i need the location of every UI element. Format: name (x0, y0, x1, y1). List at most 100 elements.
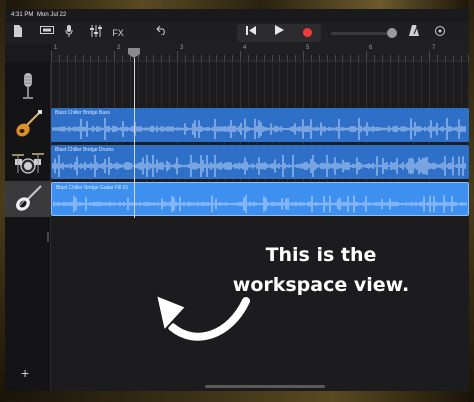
ruler-tick (169, 55, 171, 61)
ruler-number: 5 (306, 45, 310, 51)
ruler-tick (373, 55, 375, 61)
ruler-tick (436, 55, 438, 61)
ruler-number: 1 (54, 45, 58, 51)
ruler-tick (342, 55, 344, 61)
ruler-tick (295, 55, 297, 61)
ruler-tick (310, 55, 312, 61)
region-drums[interactable]: Blast Chiller Bridge Drums (51, 145, 469, 179)
annotation-text: This is the workspace view. (221, 240, 421, 300)
ruler-tick (145, 55, 147, 61)
ruler-tick (177, 51, 178, 61)
status-bar: 4:31 PM Mon Jul 22 (5, 9, 469, 22)
ruler-number: 6 (369, 45, 373, 51)
ruler-tick (429, 51, 430, 61)
metronome-icon[interactable] (407, 25, 421, 41)
fx-button[interactable]: FX (109, 25, 127, 41)
annotation-line-1: This is the (265, 244, 377, 266)
annotation-line-2: workspace view. (232, 274, 410, 296)
ruler-tick (106, 55, 108, 61)
ruler-tick (161, 55, 163, 61)
transport-controls (237, 24, 321, 42)
ruler-number: 3 (180, 45, 184, 51)
toolbar: FX (5, 22, 469, 44)
waveform-path (53, 195, 467, 213)
status-date: Mon Jul 22 (37, 12, 67, 18)
ruler-tick (255, 55, 257, 61)
ruler-tick (468, 55, 469, 61)
ruler-tick (184, 55, 186, 61)
ruler-tick (452, 55, 454, 61)
bass-guitar-icon (16, 110, 42, 137)
ruler-tick (82, 55, 84, 61)
volume-slider-track[interactable] (331, 32, 387, 35)
ruler-tick (114, 51, 115, 61)
volume-slider-knob[interactable] (387, 28, 397, 38)
loop-browser-icon[interactable] (433, 25, 447, 41)
workspace-view[interactable]: Blast Chiller Bridge Bass Blast Chiller … (51, 48, 469, 391)
add-track-button[interactable]: + (21, 365, 29, 381)
ruler-tick (326, 55, 328, 61)
ruler-tick (74, 55, 76, 61)
ruler-tick (58, 55, 60, 61)
ruler-tick (263, 55, 265, 61)
ruler-tick (232, 55, 234, 61)
guitar-waveform (53, 195, 467, 213)
waveform-path (52, 155, 466, 177)
ruler-tick (318, 55, 320, 61)
ruler-tick (137, 55, 139, 61)
microphone-instrument-icon (23, 73, 33, 99)
timeline-ruler[interactable]: 1 2 3 4 5 6 7 (51, 44, 469, 62)
ruler-tick (121, 55, 123, 61)
view-toggle-icon[interactable] (39, 25, 55, 41)
track-header-drums[interactable] (5, 144, 51, 180)
ruler-tick (129, 55, 131, 61)
ruler-tick (192, 55, 194, 61)
ruler-tick (271, 55, 273, 61)
mixer-icon[interactable] (89, 25, 103, 41)
track-headers: + (5, 62, 51, 391)
ruler-tick (216, 55, 218, 61)
rewind-icon[interactable] (237, 24, 265, 42)
ruler-tick (51, 51, 52, 61)
play-icon[interactable] (265, 24, 293, 42)
ruler-tick (413, 55, 415, 61)
ruler-tick (381, 55, 383, 61)
record-icon[interactable] (293, 24, 321, 42)
track-header-bass[interactable] (5, 107, 51, 143)
ruler-tick (287, 55, 289, 61)
ruler-tick (444, 55, 446, 61)
ipad-screen: 4:31 PM Mon Jul 22 FX 1 2 3 4 5 6 7 + Bl… (5, 9, 469, 391)
drum-kit-icon (12, 153, 44, 174)
track-header-guitar[interactable] (5, 181, 51, 217)
undo-icon[interactable] (155, 25, 169, 41)
ruler-tick (240, 51, 241, 61)
playhead[interactable] (134, 58, 135, 218)
ruler-tick (90, 55, 92, 61)
ruler-tick (247, 55, 249, 61)
ruler-tick (208, 55, 210, 61)
header-resize-handle[interactable] (47, 232, 49, 242)
ruler-tick (153, 55, 155, 61)
ruler-tick (358, 55, 360, 61)
document-icon[interactable] (11, 25, 25, 41)
ruler-tick (366, 51, 367, 61)
ruler-tick (397, 55, 399, 61)
region-bass[interactable]: Blast Chiller Bridge Bass (51, 108, 469, 142)
ruler-tick (303, 51, 304, 61)
ruler-tick (224, 55, 226, 61)
ruler-tick (405, 55, 407, 61)
bass-waveform (52, 118, 466, 140)
track-header-microphone[interactable] (5, 68, 51, 104)
region-guitar-fill[interactable]: Blast Chiller Bridge Guitar Fill 01 (51, 182, 469, 216)
curved-arrow-icon (155, 294, 250, 341)
ruler-tick (421, 55, 423, 61)
ruler-tick (460, 55, 462, 61)
microphone-icon[interactable] (63, 25, 75, 41)
home-indicator (205, 385, 325, 388)
ruler-tick (279, 55, 281, 61)
ruler-number: 2 (117, 45, 121, 51)
drums-waveform (52, 155, 466, 177)
ruler-tick (98, 55, 100, 61)
ruler-number: 7 (432, 45, 436, 51)
ruler-tick (66, 55, 68, 61)
